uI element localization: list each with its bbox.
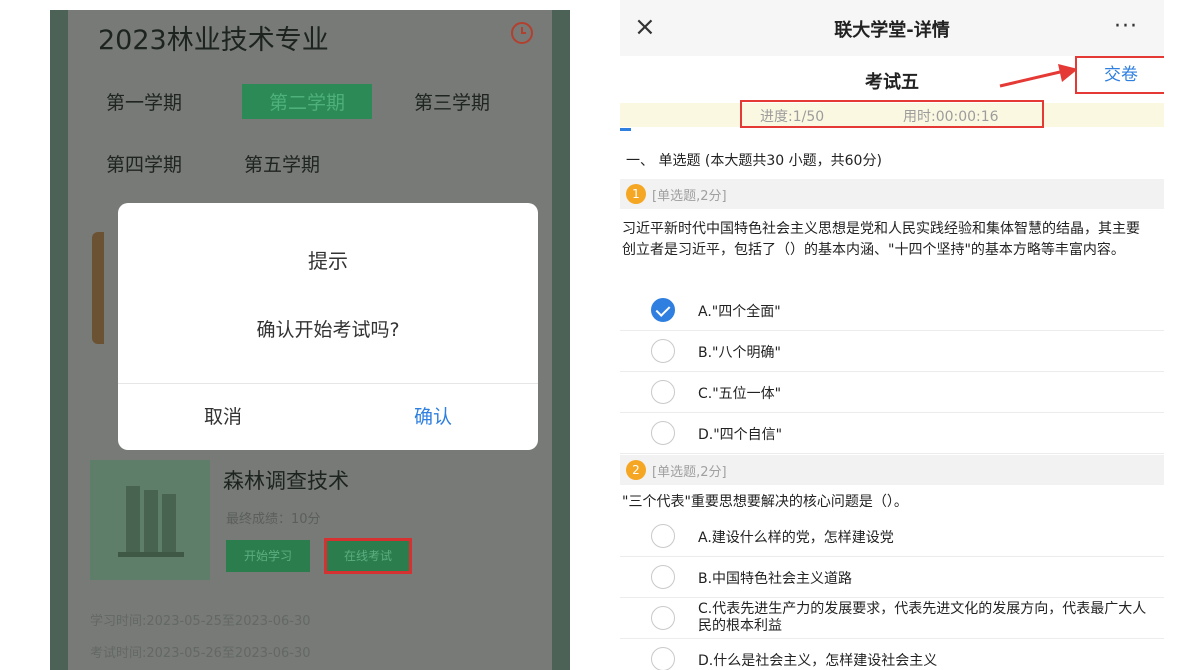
submit-exam-button[interactable]: 交卷 [1075, 56, 1164, 94]
option-label: C."五位一体" [698, 386, 782, 402]
question-text: "三个代表"重要思想要解决的核心问题是（）。 [622, 494, 908, 510]
option-row[interactable]: D."四个自信" [620, 413, 1164, 454]
progress-fill [620, 128, 631, 131]
option-label: A.建设什么样的党，怎样建设党 [698, 530, 894, 546]
progress-text: 进度:1/50 [760, 109, 825, 125]
nav-bar: × 联大学堂-详情 ··· [620, 0, 1164, 56]
option-row[interactable]: C."五位一体" [620, 372, 1164, 413]
radio-icon[interactable] [651, 380, 675, 404]
option-row[interactable]: B."八个明确" [620, 331, 1164, 372]
semester-tab-4[interactable]: 第四学期 [106, 150, 182, 177]
arrow-annotation-icon [999, 64, 1078, 88]
dialog-title: 提示 [308, 249, 348, 273]
clock-icon[interactable] [510, 21, 534, 45]
elapsed-time: 用时:00:00:16 [903, 109, 999, 125]
dialog-message: 确认开始考试吗? [256, 319, 400, 341]
question-type: [单选题,2分] [652, 189, 727, 204]
course-thumbnail [90, 460, 210, 580]
program-title: 2023林业技术专业 [98, 25, 329, 56]
more-icon[interactable]: ··· [1114, 14, 1138, 39]
book-icon [118, 486, 184, 557]
radio-icon[interactable] [651, 421, 675, 445]
semester-tab-3[interactable]: 第三学期 [414, 88, 490, 115]
option-label: D."四个自信" [698, 427, 783, 443]
option-row[interactable]: B.中国特色社会主义道路 [620, 557, 1164, 598]
confirm-dialog: 提示 确认开始考试吗? 取消 确认 [118, 203, 538, 450]
exam-time: 考试时间:2023-05-26至2023-06-30 [90, 646, 311, 661]
option-label: B."八个明确" [698, 345, 781, 361]
option-label: A."四个全面" [698, 304, 781, 320]
course-final-score: 最终成绩：10分 [226, 512, 321, 527]
question-type: [单选题,2分] [652, 465, 727, 480]
question-number-badge: 1 [626, 184, 646, 204]
radio-icon[interactable] [651, 524, 675, 548]
online-exam-button[interactable]: 在线考试 [324, 538, 412, 574]
option-row[interactable]: D.什么是社会主义，怎样建设社会主义 [620, 639, 1164, 670]
option-row[interactable]: A.建设什么样的党，怎样建设党 [620, 516, 1164, 557]
confirm-button[interactable]: 确认 [328, 384, 538, 450]
radio-icon[interactable] [651, 647, 675, 670]
option-label: D.什么是社会主义，怎样建设社会主义 [698, 653, 938, 669]
cancel-button[interactable]: 取消 [118, 384, 328, 450]
right-phone-screen: × 联大学堂-详情 ··· 考试五 交卷 进度:1/50 用时:00:00:16… [620, 0, 1164, 670]
option-row[interactable]: C.代表先进生产力的发展要求，代表先进文化的发展方向，代表最广大人民的根本利益 [620, 598, 1164, 639]
option-label: C.代表先进生产力的发展要求，代表先进文化的发展方向，代表最广大人民的根本利益 [698, 601, 1147, 634]
radio-icon[interactable] [651, 565, 675, 589]
question-text: 习近平新时代中国特色社会主义思想是党和人民实践经验和集体智慧的结晶，其主要创立者… [622, 221, 1140, 258]
radio-checked-icon[interactable] [651, 298, 675, 322]
radio-icon[interactable] [651, 339, 675, 363]
study-time: 学习时间:2023-05-25至2023-06-30 [90, 614, 311, 629]
course-panel: 2023林业技术专业 第一学期 第二学期 第三学期 第四学期 第五学期 森林调查… [68, 10, 552, 670]
left-phone-screen: 2023林业技术专业 第一学期 第二学期 第三学期 第四学期 第五学期 森林调查… [50, 10, 570, 670]
semester-tab-2[interactable]: 第二学期 [242, 84, 372, 119]
start-study-button[interactable]: 开始学习 [226, 540, 310, 572]
question-number-badge: 2 [626, 460, 646, 480]
radio-icon[interactable] [651, 606, 675, 630]
section-heading: 一、 单选题 (本大题共30 小题，共60分) [626, 153, 882, 169]
nav-title: 联大学堂-详情 [834, 20, 950, 41]
course-name: 森林调查技术 [223, 469, 349, 493]
semester-tab-5[interactable]: 第五学期 [244, 150, 320, 177]
semester-tab-1[interactable]: 第一学期 [106, 88, 182, 115]
option-label: B.中国特色社会主义道路 [698, 571, 853, 587]
course-thumbnail-peek [92, 232, 104, 344]
option-row[interactable]: A."四个全面" [620, 290, 1164, 331]
